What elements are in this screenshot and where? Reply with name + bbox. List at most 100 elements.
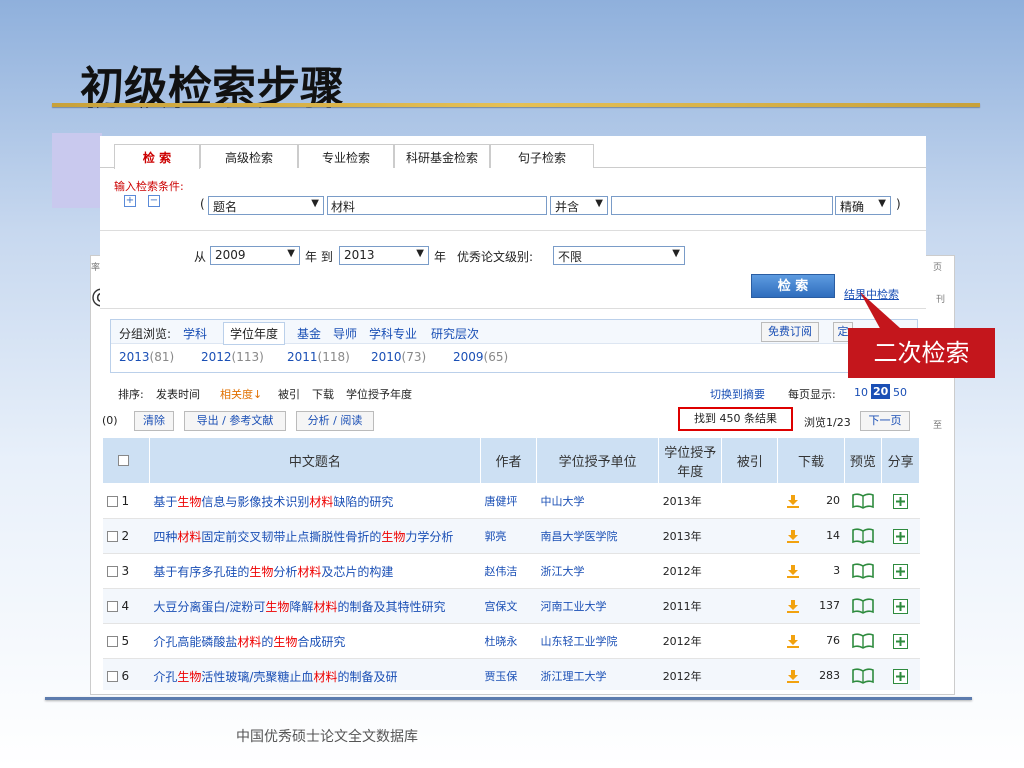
group-tab-level[interactable]: 研究层次 — [431, 325, 479, 342]
download-cell[interactable]: 76 — [777, 623, 845, 659]
header-cited[interactable]: 被引 — [721, 437, 779, 484]
unit-link[interactable]: 河南工业大学 — [536, 588, 659, 624]
book-icon[interactable] — [851, 563, 875, 579]
header-select-all[interactable] — [102, 437, 150, 484]
switch-to-abstract-link[interactable]: 切换到摘要 — [710, 386, 765, 402]
unit-link[interactable]: 南昌大学医学院 — [536, 518, 659, 554]
year-facet-2012[interactable]: 2012(113) — [201, 350, 264, 364]
subscribe-button[interactable]: 免费订阅 — [761, 322, 819, 342]
group-tab-major[interactable]: 学科专业 — [369, 325, 417, 342]
author-link[interactable]: 郭亮 — [480, 518, 537, 554]
unit-link[interactable]: 山东轻工业学院 — [536, 623, 659, 659]
header-title[interactable]: 中文题名 — [148, 437, 481, 484]
preview-cell[interactable] — [844, 588, 882, 624]
field-select[interactable]: 题名 ▼ — [208, 196, 324, 215]
row-checkbox[interactable] — [106, 531, 118, 542]
share-cell[interactable] — [881, 588, 920, 624]
paper-title-link[interactable]: 基于生物信息与影像技术识别材料缺陷的研究 — [149, 483, 481, 519]
group-tab-subject[interactable]: 学科 — [183, 325, 207, 342]
excellence-select[interactable]: 不限 ▼ — [553, 246, 685, 265]
preview-cell[interactable] — [844, 518, 882, 554]
row-checkbox[interactable] — [106, 496, 118, 507]
row-select[interactable]: 1 — [102, 483, 150, 519]
row-select[interactable]: 4 — [102, 588, 150, 624]
author-link[interactable]: 杜晓永 — [480, 623, 537, 659]
year-facet-2009[interactable]: 2009(65) — [453, 350, 508, 364]
author-link[interactable]: 赵伟洁 — [480, 553, 537, 589]
paper-title-link[interactable]: 介孔生物活性玻璃/壳聚糖止血材料的制备及研 — [149, 658, 481, 690]
select-all-checkbox[interactable] — [118, 455, 130, 466]
tab-professional-search[interactable]: 专业检索 — [298, 144, 394, 168]
download-arrow-icon[interactable] — [786, 669, 800, 683]
share-cell[interactable] — [881, 483, 920, 519]
second-keyword-input[interactable] — [611, 196, 833, 215]
share-cell[interactable] — [881, 658, 920, 690]
analyze-button[interactable]: 分析 / 阅读 — [296, 411, 374, 431]
row-select[interactable]: 5 — [102, 623, 150, 659]
plus-icon[interactable] — [893, 528, 909, 544]
keyword-input[interactable]: 材料 — [327, 196, 547, 215]
per-page-10[interactable]: 10 — [854, 386, 868, 399]
download-cell[interactable]: 3 — [777, 553, 845, 589]
unit-link[interactable]: 浙江理工大学 — [536, 658, 659, 690]
preview-cell[interactable] — [844, 623, 882, 659]
paper-title-link[interactable]: 基于有序多孔硅的生物分析材料及芯片的构建 — [149, 553, 481, 589]
download-cell[interactable]: 283 — [777, 658, 845, 690]
download-cell[interactable]: 20 — [777, 483, 845, 519]
paper-title-link[interactable]: 介孔高能磷酸盐材料的生物合成研究 — [149, 623, 481, 659]
author-link[interactable]: 唐健坪 — [480, 483, 537, 519]
row-select[interactable]: 3 — [102, 553, 150, 589]
group-tab-degree-year[interactable]: 学位年度 — [223, 322, 286, 345]
download-arrow-icon[interactable] — [786, 529, 800, 543]
header-downloads[interactable]: 下载 — [777, 437, 845, 484]
remove-row-icon[interactable]: − — [148, 195, 160, 207]
unit-link[interactable]: 浙江大学 — [536, 553, 659, 589]
year-facet-2011[interactable]: 2011(118) — [287, 350, 350, 364]
logic-select[interactable]: 并含 ▼ — [550, 196, 608, 215]
preview-cell[interactable] — [844, 553, 882, 589]
download-arrow-icon[interactable] — [786, 564, 800, 578]
export-button[interactable]: 导出 / 参考文献 — [184, 411, 286, 431]
book-icon[interactable] — [851, 598, 875, 614]
plus-icon[interactable] — [893, 668, 909, 684]
from-year-select[interactable]: 2009 ▼ — [210, 246, 300, 265]
share-cell[interactable] — [881, 623, 920, 659]
sort-by-date[interactable]: 发表时间 — [156, 386, 200, 402]
download-cell[interactable]: 14 — [777, 518, 845, 554]
preview-cell[interactable] — [844, 483, 882, 519]
row-checkbox[interactable] — [106, 636, 118, 647]
paper-title-link[interactable]: 大豆分离蛋白/淀粉可生物降解材料的制备及其特性研究 — [149, 588, 481, 624]
share-cell[interactable] — [881, 553, 920, 589]
header-author[interactable]: 作者 — [479, 437, 537, 484]
group-tab-advisor[interactable]: 导师 — [333, 325, 357, 342]
row-checkbox[interactable] — [106, 601, 118, 612]
plus-icon[interactable] — [893, 563, 909, 579]
book-icon[interactable] — [851, 633, 875, 649]
per-page-20[interactable]: 20 — [871, 384, 891, 399]
author-link[interactable]: 宫保文 — [480, 588, 537, 624]
download-cell[interactable]: 137 — [777, 588, 845, 624]
clear-button[interactable]: 清除 — [134, 411, 174, 431]
row-checkbox[interactable] — [106, 566, 118, 577]
next-page-button[interactable]: 下一页 — [860, 411, 910, 431]
plus-icon[interactable] — [893, 598, 909, 614]
header-year[interactable]: 学位授予年度 — [658, 437, 723, 484]
group-tab-fund[interactable]: 基金 — [297, 325, 321, 342]
tab-basic-search[interactable]: 检 索 — [114, 144, 200, 169]
per-page-50[interactable]: 50 — [893, 386, 907, 399]
preview-cell[interactable] — [844, 658, 882, 690]
share-cell[interactable] — [881, 518, 920, 554]
download-arrow-icon[interactable] — [786, 634, 800, 648]
author-link[interactable]: 贾玉保 — [480, 658, 537, 690]
download-arrow-icon[interactable] — [786, 599, 800, 613]
sort-by-degree-year[interactable]: 学位授予年度 — [346, 386, 412, 402]
sort-by-downloads[interactable]: 下载 — [312, 386, 334, 402]
sort-by-cited[interactable]: 被引 — [278, 386, 300, 402]
book-icon[interactable] — [851, 493, 875, 509]
sort-by-relevance[interactable]: 相关度↓ — [220, 386, 262, 402]
year-facet-2013[interactable]: 2013(81) — [119, 350, 174, 364]
match-select[interactable]: 精确 ▼ — [835, 196, 891, 215]
book-icon[interactable] — [851, 528, 875, 544]
row-select[interactable]: 2 — [102, 518, 150, 554]
row-select[interactable]: 6 — [102, 658, 150, 690]
